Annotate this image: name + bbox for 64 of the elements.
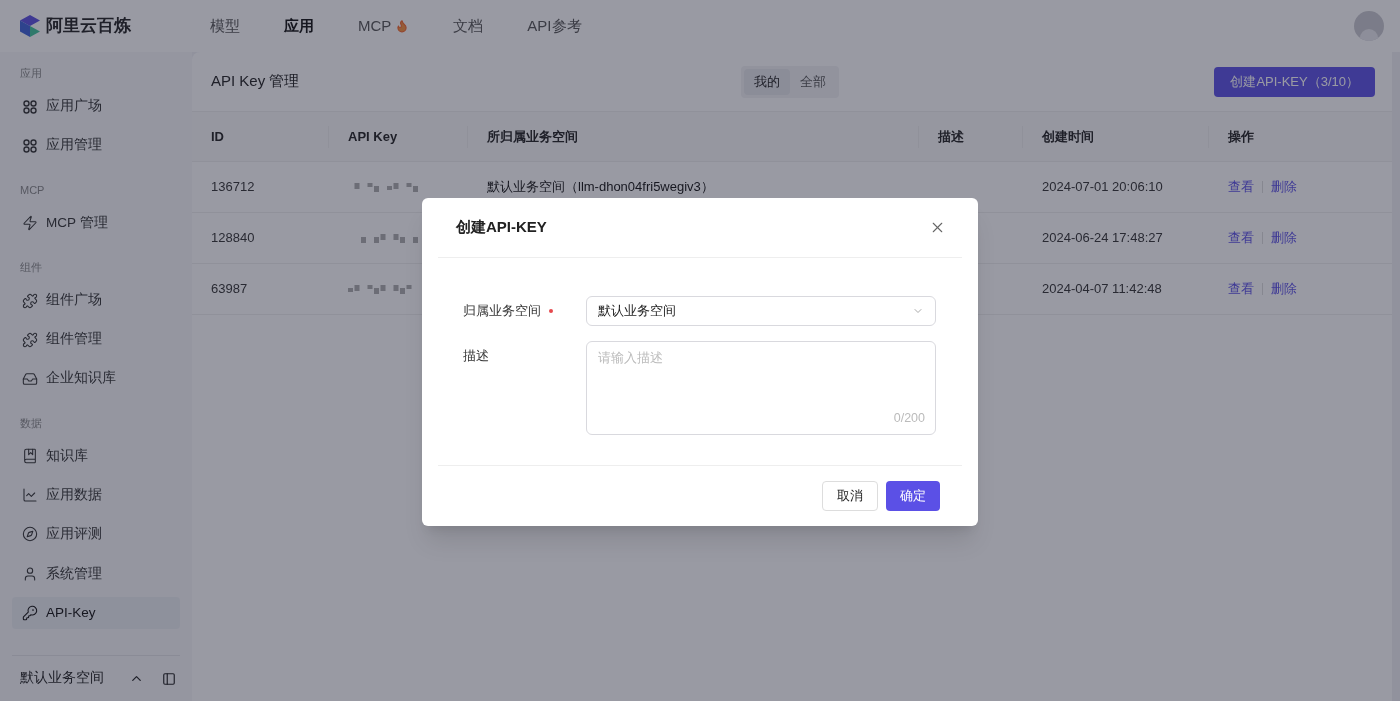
brand-name: 阿里云百炼	[46, 15, 131, 38]
row-action-link[interactable]: 查看	[1228, 177, 1254, 197]
compass-icon	[22, 526, 38, 542]
table-cell: 2024-07-01 20:06:10	[1042, 179, 1163, 195]
nav-tab[interactable]: 应用	[284, 14, 314, 38]
sidebar-item[interactable]: 应用数据	[12, 479, 180, 511]
table-cell: 2024-06-24 17:48:27	[1042, 230, 1163, 246]
row-action-link[interactable]: 查看	[1228, 228, 1254, 248]
sidebar-item[interactable]: 组件管理	[12, 323, 180, 356]
grid-circles-icon	[22, 137, 38, 154]
sidebar-item[interactable]: 知识库	[12, 440, 180, 472]
sidebar-item[interactable]: API-Key	[12, 597, 180, 629]
nav-tab[interactable]: MCP	[358, 14, 410, 38]
row-action-link[interactable]: 删除	[1271, 177, 1297, 197]
table-cell: 2024-04-07 11:42:48	[1042, 281, 1162, 297]
nav-tab[interactable]: 文档	[453, 14, 484, 38]
row-action-link[interactable]: 删除	[1271, 228, 1297, 248]
workspace-name[interactable]: 默认业务空间	[20, 668, 129, 689]
table-cell: 136712	[211, 179, 255, 195]
sidebar-item[interactable]: 组件广场	[12, 284, 180, 317]
column-header: 描述	[938, 127, 964, 146]
puzzle-icon	[22, 292, 38, 309]
required-mark	[549, 309, 553, 313]
sidebar-item[interactable]: 应用广场	[12, 90, 180, 123]
row-action-link[interactable]: 删除	[1271, 279, 1297, 299]
column-header: API Key	[348, 127, 398, 146]
row-action-link[interactable]: 查看	[1228, 279, 1254, 299]
group-label: MCP	[19, 182, 46, 198]
lightning-icon	[22, 215, 38, 231]
column-header: ID	[211, 127, 224, 146]
sidebar-item[interactable]: 企业知识库	[12, 362, 180, 395]
column-header: 创建时间	[1042, 127, 1094, 146]
field-label: 描述	[463, 347, 489, 366]
create-key-button[interactable]: 创建API-KEY（3/10）	[1214, 66, 1375, 97]
key-icon	[22, 605, 38, 621]
panel-toggle-icon[interactable]	[162, 671, 176, 686]
puzzle-icon	[22, 331, 38, 348]
workspace-select[interactable]: 默认业务空间	[586, 296, 936, 326]
dialog-title: 创建API-KEY	[456, 217, 547, 238]
flame-icon	[395, 19, 410, 33]
user-icon	[22, 566, 38, 582]
column-header: 操作	[1228, 127, 1254, 146]
character-counter: 0/200	[893, 410, 925, 428]
logo-icon	[20, 15, 40, 37]
nav-tab[interactable]: 模型	[210, 14, 240, 38]
grid-icon	[22, 98, 38, 115]
sidebar-item[interactable]: 应用管理	[12, 129, 180, 162]
cancel-button[interactable]: 取消	[822, 481, 878, 511]
sidebar-item[interactable]: 系统管理	[12, 558, 180, 590]
sidebar-item[interactable]: MCP 管理	[12, 207, 180, 239]
confirm-button[interactable]: 确定	[886, 481, 940, 511]
book-icon	[22, 448, 38, 464]
filter-tab[interactable]: 我的	[744, 68, 790, 95]
nav-tab[interactable]: API参考	[527, 14, 582, 38]
inbox-icon	[22, 370, 38, 387]
column-header: 所归属业务空间	[487, 127, 578, 146]
filter-tab[interactable]: 全部	[790, 68, 836, 95]
sidebar-item[interactable]: 应用评测	[12, 518, 180, 550]
table-cell: 默认业务空间（llm-dhon04fri5wegiv3）	[487, 179, 714, 195]
field-label: 归属业务空间	[463, 302, 541, 321]
table-cell: 128840	[211, 230, 255, 246]
page-title: API Key 管理	[211, 71, 301, 92]
chart-icon	[22, 487, 38, 503]
table-cell: 63987	[211, 281, 248, 297]
